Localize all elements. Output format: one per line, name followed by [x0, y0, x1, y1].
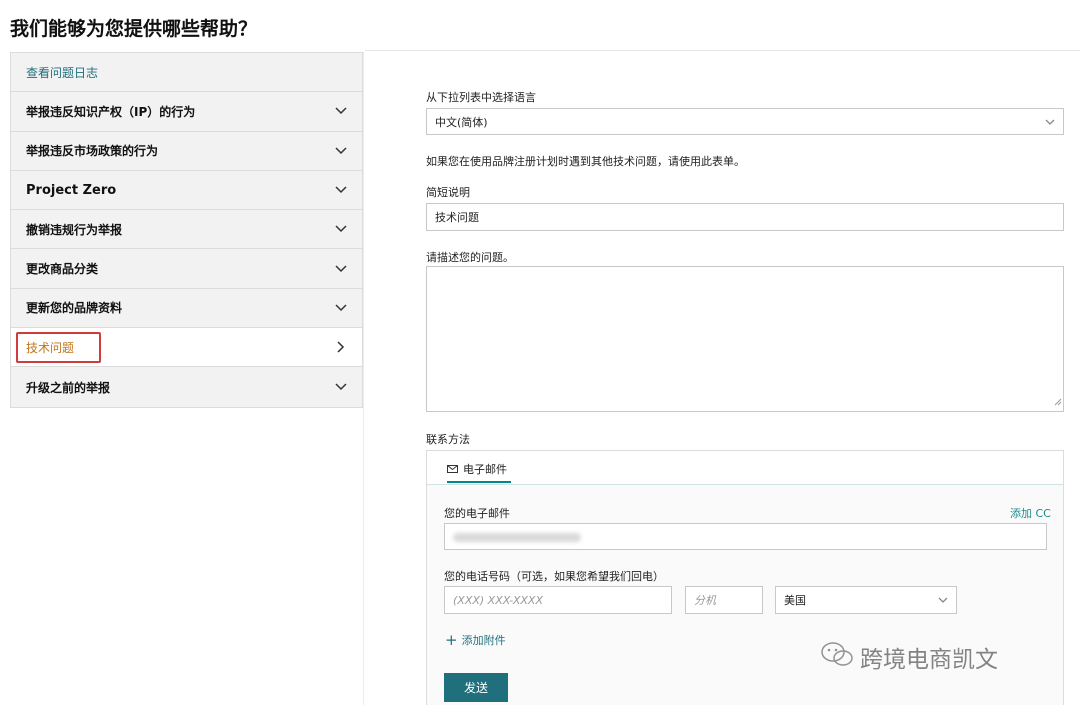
chevron-down-icon: [334, 222, 348, 236]
language-select-value: 中文(简体): [435, 115, 488, 129]
sidebar-item-technical-issue[interactable]: 技术问题: [11, 328, 362, 368]
mail-icon: [447, 463, 458, 476]
chevron-down-icon: [1045, 116, 1055, 129]
sidebar-item-label: 撤销违规行为举报: [26, 222, 123, 237]
chevron-down-icon: [334, 104, 348, 118]
add-attachment-label: 添加附件: [461, 634, 506, 647]
tab-email[interactable]: 电子邮件: [447, 457, 507, 481]
sidebar-item-label: 升级之前的举报: [26, 380, 111, 395]
summary-label: 简短说明: [426, 186, 470, 199]
tab-email-label: 电子邮件: [463, 463, 507, 476]
resize-handle-icon[interactable]: [1054, 391, 1062, 410]
add-attachment-button[interactable]: + 添加附件: [445, 632, 506, 648]
language-label: 从下拉列表中选择语言: [426, 91, 536, 104]
describe-label: 请描述您的问题。: [426, 251, 514, 264]
contact-tabs: 电子邮件: [427, 451, 1063, 485]
sidebar-item-change-category[interactable]: 更改商品分类: [11, 249, 362, 289]
sidebar-item-label: 更改商品分类: [26, 262, 99, 277]
sidebar-item-label: 举报违反知识产权（IP）的行为: [26, 104, 196, 119]
watermark: 跨境电商凯文: [820, 640, 998, 674]
chevron-right-icon: [334, 340, 348, 354]
sidebar-item-escalate-report[interactable]: 升级之前的举报: [11, 367, 362, 406]
highlight-annotation-box: [16, 332, 101, 364]
email-input[interactable]: [444, 523, 1047, 550]
sidebar-item-label: Project Zero: [26, 182, 117, 198]
country-select-value: 美国: [784, 594, 806, 607]
chevron-down-icon: [334, 301, 348, 315]
sidebar-item-label: 查看问题日志: [26, 65, 99, 80]
sidebar-item-project-zero[interactable]: Project Zero: [11, 171, 362, 211]
chevron-down-icon: [334, 380, 348, 394]
sidebar-item-update-brand[interactable]: 更新您的品牌资料: [11, 289, 362, 329]
page-title: 我们能够为您提供哪些帮助？: [10, 18, 258, 40]
sidebar-item-retract-report[interactable]: 撤销违规行为举报: [11, 210, 362, 250]
sidebar-item-label: 举报违反市场政策的行为: [26, 144, 159, 159]
sidebar-item-report-policy[interactable]: 举报违反市场政策的行为: [11, 132, 362, 171]
chevron-down-icon: [334, 183, 348, 197]
page: 我们能够为您提供哪些帮助？ 查看问题日志 举报违反知识产权（IP）的行为 举报违…: [0, 0, 1080, 705]
your-email-label: 您的电子邮件: [444, 507, 510, 520]
chevron-down-icon: [334, 262, 348, 276]
plus-icon: +: [445, 630, 458, 649]
chevron-down-icon: [938, 594, 948, 607]
summary-input[interactable]: 技术问题: [426, 203, 1064, 231]
add-cc-link[interactable]: 添加 CC: [1010, 505, 1051, 521]
sidebar-item-label: 更新您的品牌资料: [26, 301, 123, 316]
description-textarea[interactable]: [426, 266, 1064, 412]
watermark-text: 跨境电商凯文: [860, 647, 998, 673]
chevron-down-icon: [334, 144, 348, 158]
redacted-email: [453, 533, 581, 542]
contact-form: 从下拉列表中选择语言 中文(简体) 如果您在使用品牌注册计划时遇到其他技术问题，…: [426, 0, 1066, 705]
send-button[interactable]: 发送: [444, 673, 508, 702]
phone-input[interactable]: (XXX) XXX-XXXX: [444, 586, 672, 614]
column-divider: [363, 52, 364, 705]
form-notice: 如果您在使用品牌注册计划时遇到其他技术问题，请使用此表单。: [426, 155, 745, 168]
sidebar-item-view-case-log[interactable]: 查看问题日志: [11, 53, 362, 93]
language-select[interactable]: 中文(简体): [426, 108, 1064, 135]
active-tab-indicator: [447, 481, 511, 483]
country-select[interactable]: 美国: [775, 586, 957, 614]
phone-label: 您的电话号码（可选，如果您希望我们回电）: [444, 570, 664, 583]
sidebar: 查看问题日志 举报违反知识产权（IP）的行为 举报违反市场政策的行为 Proje…: [10, 52, 363, 408]
wechat-icon: [820, 640, 854, 674]
sidebar-item-report-ip[interactable]: 举报违反知识产权（IP）的行为: [11, 92, 362, 132]
extension-input[interactable]: 分机: [685, 586, 763, 614]
contact-method-label: 联系方法: [426, 433, 470, 446]
